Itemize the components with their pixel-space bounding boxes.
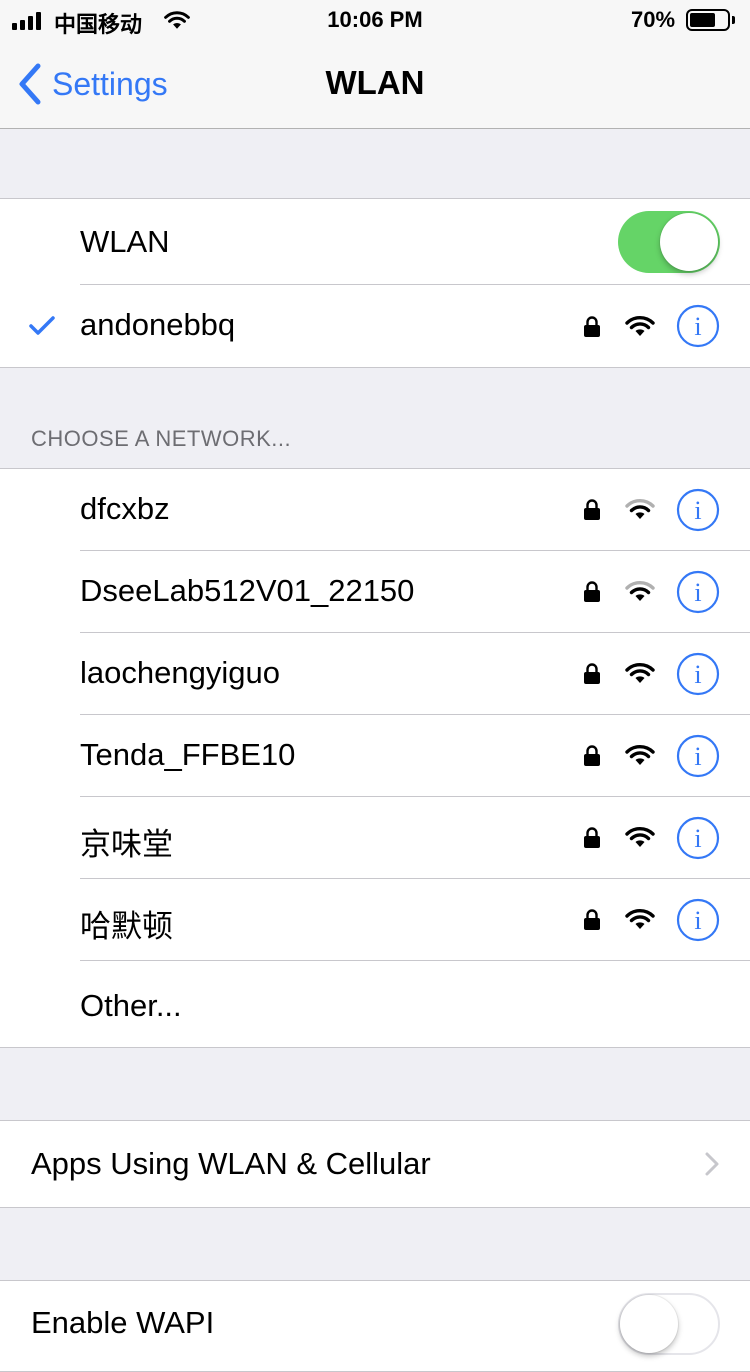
wifi-icon [625,499,655,519]
status-bar: 中国移动 10:06 PM 70% [0,0,750,40]
info-icon[interactable]: i [676,816,720,860]
page-title: WLAN [325,64,425,101]
network-list: dfcxbz i DseeLab512V01_22150 i laochengyiguo… [0,468,750,1048]
wlan-toggle[interactable] [618,211,720,273]
battery-tip [732,16,735,24]
lock-icon [584,663,600,684]
wifi-icon [625,581,655,601]
battery-percent: 70% [631,7,676,32]
connected-network-name: andonebbq [80,307,236,342]
svg-text:i: i [694,496,701,525]
svg-text:i: i [694,312,701,341]
network-name: dfcxbz [80,491,170,526]
info-icon[interactable]: i [676,898,720,942]
lock-icon [584,316,600,337]
network-row[interactable]: laochengyiguo i [0,633,750,715]
wlan-toggle-row: WLAN [0,199,750,285]
lock-icon [584,581,600,602]
info-icon[interactable]: i [676,488,720,532]
info-icon[interactable]: i [676,652,720,696]
svg-text:i: i [694,824,701,853]
wifi-icon [625,827,655,847]
network-row[interactable]: DseeLab512V01_22150 i [0,551,750,633]
network-row[interactable]: Tenda_FFBE10 i [0,715,750,797]
enable-wapi-label: Enable WAPI [31,1305,215,1340]
lock-icon [584,499,600,520]
network-row[interactable]: dfcxbz i [0,469,750,551]
chevron-right-icon [705,1152,719,1176]
wifi-icon [625,663,655,683]
connected-network-row[interactable]: andonebbq i [0,285,750,367]
svg-text:i: i [694,742,701,771]
network-name: Tenda_FFBE10 [80,737,296,772]
lock-icon [584,827,600,848]
network-row[interactable]: 京味堂 i [0,797,750,879]
network-name: 哈默顿 [80,909,173,944]
info-icon[interactable]: i [676,734,720,778]
wifi-icon [625,909,655,929]
battery-icon [686,9,730,31]
lock-icon [584,745,600,766]
svg-text:i: i [694,906,701,935]
choose-network-header: CHOOSE A NETWORK... [31,426,292,451]
svg-text:i: i [694,660,701,689]
apps-using-wlan-label: Apps Using WLAN & Cellular [31,1146,431,1181]
svg-text:i: i [694,578,701,607]
wlan-group: WLAN andonebbq i [0,198,750,368]
wifi-icon [625,316,655,336]
wifi-icon [625,745,655,765]
enable-wapi-toggle[interactable] [618,1293,720,1355]
apps-using-wlan-row[interactable]: Apps Using WLAN & Cellular [0,1120,750,1208]
wlan-label: WLAN [80,224,170,259]
other-network-label: Other... [80,988,182,1023]
navigation-bar: Settings WLAN [0,40,750,129]
network-name: 京味堂 [80,827,173,862]
network-name: DseeLab512V01_22150 [80,573,415,608]
network-name: laochengyiguo [80,655,280,690]
other-network-row[interactable]: Other... [0,961,750,1047]
enable-wapi-row: Enable WAPI [0,1280,750,1372]
lock-icon [584,909,600,930]
info-icon[interactable]: i [676,570,720,614]
info-icon[interactable]: i [676,304,720,348]
checkmark-icon [29,316,55,335]
network-row[interactable]: 哈默顿 i [0,879,750,961]
